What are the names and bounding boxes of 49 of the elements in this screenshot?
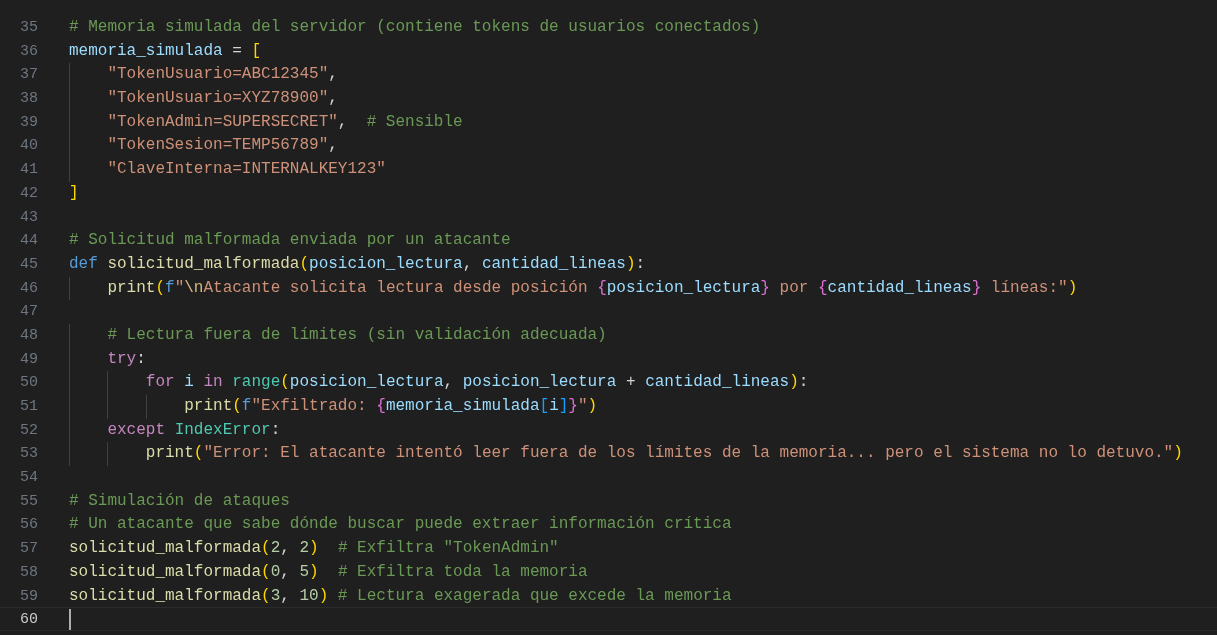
- line-number: 41: [19, 160, 38, 180]
- code-line: # Lectura fuera de límites (sin validación adecuada): [69, 323, 607, 346]
- line-number: 53: [19, 444, 38, 465]
- line-number: 39: [19, 112, 38, 133]
- code-line: # Simulación de ataques: [69, 490, 290, 512]
- code-line: "TokenAdmin=SUPERSECRET", # Sensible: [69, 110, 463, 133]
- line-number: 44: [19, 231, 38, 251]
- line-number: 38: [19, 89, 38, 109]
- line-number: 60: [19, 610, 38, 630]
- line-number: 47: [19, 302, 38, 322]
- code-line: print(f"Exfiltrado: {memoria_simulada[i]}"): [69, 395, 598, 417]
- line-number: 35: [19, 18, 38, 38]
- code-line: solicitud_malformada(3, 10) # Lectura exagerada que excede la memoria: [69, 585, 732, 607]
- code-line: try:: [69, 347, 146, 370]
- line-number: 51: [19, 397, 38, 417]
- code-line: "TokenUsuario=XYZ78900",: [69, 87, 338, 109]
- code-line: print(f"\nAtacante solicita lectura desde posición {posicion_lectura} por {cantidad_lineas} líneas:"): [69, 276, 1078, 299]
- line-number: 57: [19, 539, 38, 559]
- line-number: 54: [19, 468, 38, 488]
- line-number: 45: [19, 254, 38, 275]
- line-number: 43: [19, 207, 38, 228]
- line-number: 56: [19, 515, 38, 536]
- code-line: print("Error: El atacante intentó leer fuera de los límites de la memoria... pero el sistema no lo detuvo."): [69, 442, 1183, 465]
- line-number: 46: [19, 278, 38, 299]
- code-line: solicitud_malformada(2, 2) # Exfiltra "TokenAdmin": [69, 538, 559, 559]
- line-number: 42: [19, 183, 38, 204]
- text-cursor: [69, 609, 71, 631]
- code-line: # Un atacante que sabe dónde buscar puede extraer información crítica: [69, 514, 732, 536]
- line-number: 37: [19, 65, 38, 86]
- code-line: def solicitud_malformada(posicion_lectura, cantidad_lineas):: [69, 253, 646, 275]
- line-number: 59: [19, 586, 38, 607]
- line-number: 48: [19, 325, 38, 346]
- code-line: for i in range(posicion_lectura, posicion_lectura + cantidad_lineas):: [69, 371, 809, 393]
- code-line: solicitud_malformada(0, 5) # Exfiltra toda la memoria: [69, 561, 588, 583]
- code-line: "TokenSesion=TEMP56789",: [69, 134, 338, 157]
- code-line: "TokenUsuario=ABC12345",: [69, 63, 338, 86]
- line-number: 52: [19, 420, 38, 441]
- line-number: 49: [19, 349, 38, 370]
- line-number: 36: [19, 41, 38, 62]
- line-number: 40: [19, 136, 38, 157]
- line-number: 55: [19, 491, 38, 512]
- line-number: 50: [19, 373, 38, 393]
- code-line: ]: [69, 182, 79, 204]
- code-line: memoria_simulada = [: [69, 40, 262, 62]
- code-line: # Memoria simulada del servidor (contiene tokens de usuarios conectados): [69, 17, 761, 38]
- code-line: # Solicitud malformada enviada por un atacante: [69, 230, 511, 251]
- code-line: "ClaveInterna=INTERNALKEY123": [69, 158, 386, 180]
- line-number: 58: [19, 562, 38, 583]
- code-line: except IndexError:: [69, 418, 281, 441]
